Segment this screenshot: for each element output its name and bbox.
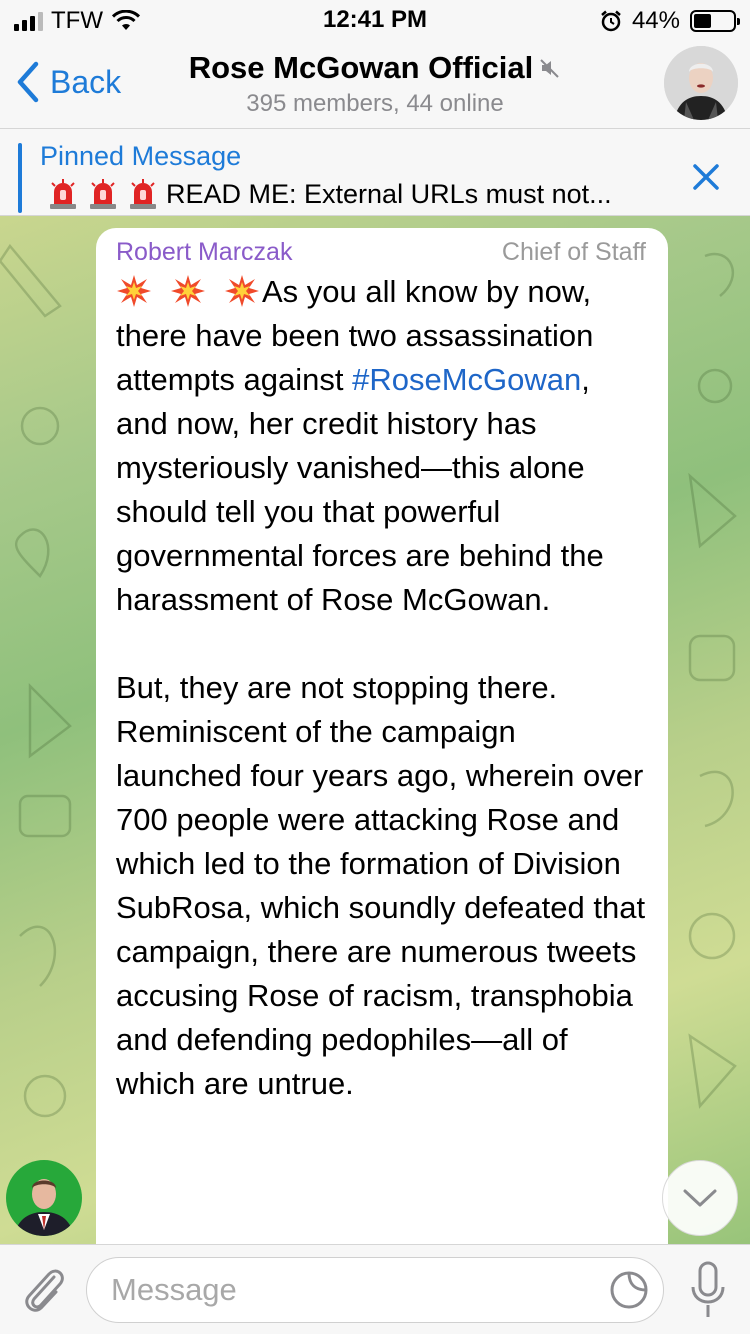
chat-area[interactable]: Robert Marczak Chief of Staff As you all…	[0, 216, 750, 1244]
message-text-part: , and now, her credit history has myster…	[116, 362, 646, 1101]
message-input[interactable]	[111, 1258, 591, 1322]
alarm-icon	[601, 10, 621, 32]
channel-avatar[interactable]	[664, 46, 738, 120]
hashtag-link[interactable]: #RoseMcGowan	[352, 362, 581, 397]
sender-role: Chief of Staff	[501, 237, 646, 266]
collision-icon	[171, 275, 205, 307]
chat-subtitle: 395 members, 44 online	[246, 90, 504, 117]
siren-icon	[90, 179, 116, 209]
chat-title-area[interactable]: Rose McGowan Official 395 members, 44 on…	[150, 50, 600, 118]
sender-avatar-image	[6, 1160, 82, 1236]
sender-name[interactable]: Robert Marczak	[116, 238, 292, 267]
pinned-message-bar[interactable]: Pinned Message READ ME: External URLs mu…	[0, 128, 750, 216]
chevron-left-icon	[17, 61, 39, 103]
close-icon[interactable]	[692, 163, 720, 191]
pinned-text: READ ME: External URLs must not...	[166, 178, 612, 209]
back-label: Back	[50, 63, 122, 100]
message-bubble[interactable]: Robert Marczak Chief of Staff As you all…	[96, 228, 668, 1244]
paperclip-icon[interactable]	[18, 1263, 68, 1317]
message-input-container	[86, 1257, 664, 1323]
mute-icon	[540, 59, 559, 78]
collision-icon	[225, 275, 259, 307]
message-header: Robert Marczak Chief of Staff	[116, 234, 646, 270]
siren-icon	[130, 179, 156, 209]
pinned-indicator	[18, 143, 22, 213]
siren-icon	[50, 179, 76, 209]
chat-header: Back Rose McGowan Official 395 members, …	[0, 40, 750, 128]
collision-icon	[117, 275, 151, 307]
back-button[interactable]: Back	[14, 60, 121, 104]
channel-avatar-image	[664, 46, 738, 120]
message-text: As you all know by now, there have been …	[116, 270, 646, 1106]
battery-icon	[690, 10, 740, 32]
chat-title: Rose McGowan Official	[189, 50, 562, 86]
pinned-label: Pinned Message	[40, 141, 242, 171]
scroll-down-button[interactable]	[662, 1160, 738, 1236]
chat-title-text: Rose McGowan Official	[188, 50, 534, 85]
sender-avatar[interactable]	[6, 1160, 82, 1236]
chevron-down-icon	[683, 1189, 717, 1207]
sticker-icon[interactable]	[609, 1270, 649, 1310]
pinned-preview: READ ME: External URLs must not...	[46, 177, 676, 211]
status-right: 44%	[600, 7, 740, 35]
status-bar: TFW 12:41 PM 44%	[0, 0, 750, 40]
microphone-icon[interactable]	[688, 1259, 728, 1321]
composer-bar	[0, 1244, 750, 1334]
battery-percent: 44%	[631, 7, 680, 34]
